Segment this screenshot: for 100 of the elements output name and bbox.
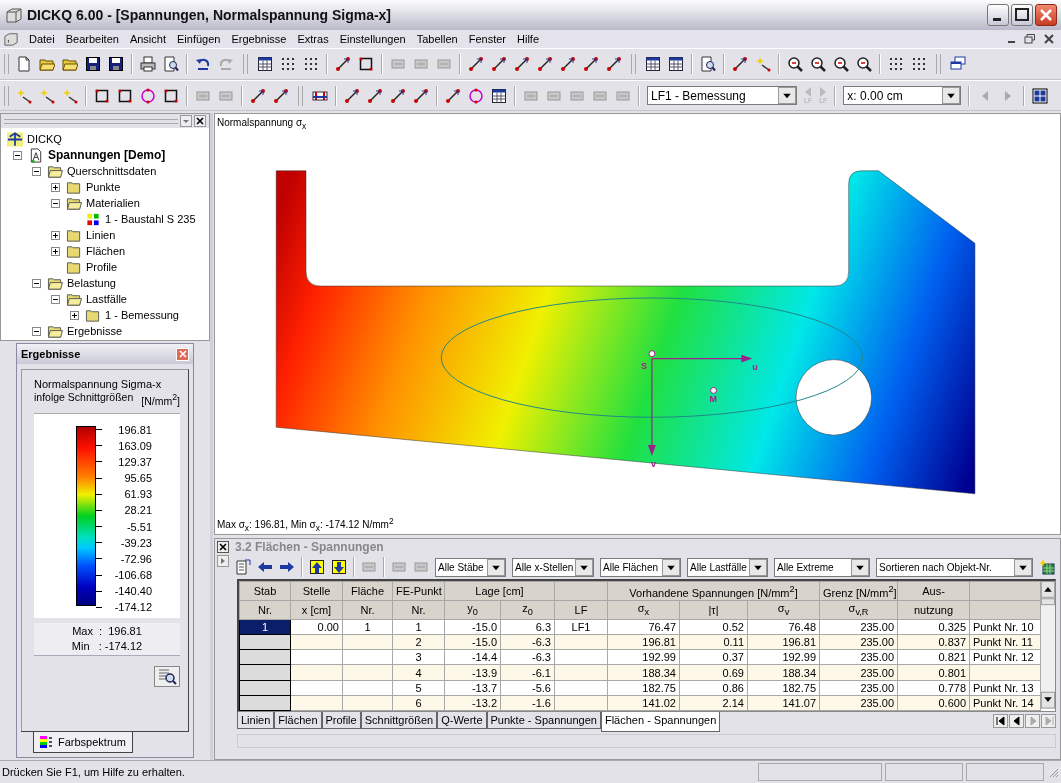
expand-toggle[interactable] [51, 246, 60, 256]
restore-button[interactable] [1022, 32, 1038, 46]
node-line-icon[interactable] [344, 87, 360, 104]
filter-dropdown[interactable]: Alle Lastfälle [687, 557, 768, 577]
expand-toggle[interactable] [32, 278, 41, 288]
menu-item[interactable]: Extras [292, 33, 335, 45]
expand-toggle[interactable] [51, 230, 60, 240]
document-icon[interactable] [4, 32, 18, 46]
load-case-dropdown[interactable]: LF1 - Bemessung [647, 86, 797, 105]
spark-icon[interactable] [39, 87, 55, 104]
right-arrow-icon[interactable] [279, 559, 295, 575]
close-icon[interactable] [194, 115, 206, 127]
dot-grid-icon[interactable] [280, 56, 296, 72]
node-line-icon[interactable] [583, 56, 599, 72]
sheet-tab[interactable]: Q-Werte [437, 712, 487, 729]
menu-item[interactable]: Hilfe [512, 33, 545, 45]
zoom-icon[interactable] [833, 56, 849, 72]
menu-item[interactable]: Tabellen [411, 33, 464, 45]
windows-icon[interactable] [950, 56, 966, 72]
folder-icon[interactable] [62, 56, 78, 72]
menu-item[interactable]: Einfügen [172, 33, 227, 45]
window-grid-icon[interactable] [1032, 87, 1049, 104]
filter-dropdown[interactable]: Alle Stäbe [435, 557, 506, 577]
table-icon[interactable] [668, 56, 684, 72]
minimize-button[interactable] [987, 4, 1009, 26]
node-line-icon[interactable] [606, 56, 622, 72]
down-arrow-icon[interactable] [331, 559, 347, 575]
undo-icon[interactable] [195, 56, 211, 72]
folder-icon[interactable] [39, 56, 55, 72]
menu-item[interactable]: Ansicht [124, 33, 172, 45]
square-icon[interactable] [94, 87, 110, 104]
menu-item[interactable]: Einstellungen [334, 33, 412, 45]
expand-toggle[interactable] [51, 198, 60, 208]
node-line-icon[interactable] [491, 56, 507, 72]
spark-icon[interactable] [62, 87, 78, 104]
expand-toggle[interactable] [32, 326, 41, 336]
node-line-icon[interactable] [413, 87, 429, 104]
menu-item[interactable]: Ergebnisse [226, 33, 293, 45]
menu-item[interactable]: Fenster [463, 33, 512, 45]
tree-item[interactable]: Belastung [67, 277, 116, 289]
tree-item[interactable]: DICKQ [27, 133, 62, 145]
node-line-icon[interactable] [273, 87, 289, 104]
expand-toggle[interactable] [13, 150, 22, 160]
table-icon[interactable] [257, 56, 273, 72]
node-line-icon[interactable] [335, 56, 351, 72]
up-arrow-icon[interactable] [309, 559, 325, 575]
vertical-scrollbar[interactable] [1041, 581, 1055, 709]
circle-icon[interactable] [468, 87, 484, 104]
menu-item[interactable]: Bearbeiten [60, 33, 125, 45]
spark-icon[interactable] [755, 56, 771, 72]
zoom-icon[interactable] [810, 56, 826, 72]
tree-item[interactable]: 1 - Bemessung [105, 309, 179, 321]
tree-item[interactable]: Lastfälle [86, 293, 127, 305]
expand-toggle[interactable] [70, 310, 79, 320]
node-line-icon[interactable] [514, 56, 530, 72]
left-arrow-icon[interactable] [257, 559, 273, 575]
dot-grid-icon[interactable] [911, 56, 927, 72]
tree-item[interactable]: Ergebnisse [67, 325, 123, 337]
node-line-icon[interactable] [560, 56, 576, 72]
expand-toggle[interactable] [32, 166, 41, 176]
maximize-button[interactable] [1011, 4, 1033, 26]
sheet-tab[interactable]: Schnittgrößen [360, 712, 438, 729]
close-button[interactable] [1035, 4, 1057, 26]
page-magnifier-icon[interactable] [235, 559, 251, 575]
node-line-icon[interactable] [537, 56, 553, 72]
node-line-icon[interactable] [445, 87, 461, 104]
tree-item[interactable]: Punkte [86, 181, 121, 193]
node-line-icon[interactable] [468, 56, 484, 72]
square-icon[interactable] [117, 87, 133, 104]
filter-dropdown[interactable]: Sortieren nach Objekt-Nr. [876, 557, 1033, 577]
page-magnifier-icon[interactable] [163, 56, 179, 72]
tab-nav-button[interactable] [1009, 714, 1024, 728]
zoom-icon[interactable] [787, 56, 803, 72]
table-icon[interactable] [491, 87, 507, 104]
spectrum-tab[interactable]: Farbspektrum [33, 732, 133, 753]
tree-item[interactable]: Flächen [86, 245, 126, 257]
sheet-tab[interactable]: Flächen [274, 712, 322, 729]
printer-icon[interactable] [140, 56, 156, 72]
close-button[interactable] [1041, 32, 1057, 46]
node-line-icon[interactable] [390, 87, 406, 104]
sheet-tab[interactable]: Punkte - Spannungen [486, 712, 601, 729]
node-line-icon[interactable] [367, 87, 383, 104]
dot-grid-icon[interactable] [303, 56, 319, 72]
menu-item[interactable]: Datei [24, 33, 61, 45]
resize-grip-icon[interactable] [1047, 766, 1059, 778]
sheet-tab[interactable]: Flächen - Spannungen [600, 712, 721, 732]
zoom-icon[interactable] [856, 56, 872, 72]
node-line-icon[interactable] [250, 87, 266, 104]
sheet-tab[interactable]: Profile [321, 712, 361, 729]
tree-item[interactable]: 1 - Baustahl S 235 [105, 213, 196, 225]
expand-toggle[interactable] [51, 182, 60, 192]
square-icon[interactable] [163, 87, 179, 104]
filter-dropdown[interactable]: Alle Extreme [774, 557, 870, 577]
circle-icon[interactable] [140, 87, 156, 104]
square-icon[interactable] [358, 56, 374, 72]
tree-item[interactable]: Profile [86, 261, 118, 273]
expand-toggle[interactable] [51, 294, 60, 304]
tree-item[interactable]: Linien [86, 229, 116, 241]
page-icon[interactable] [16, 56, 32, 72]
tree-item[interactable]: Querschnittsdaten [67, 165, 157, 177]
